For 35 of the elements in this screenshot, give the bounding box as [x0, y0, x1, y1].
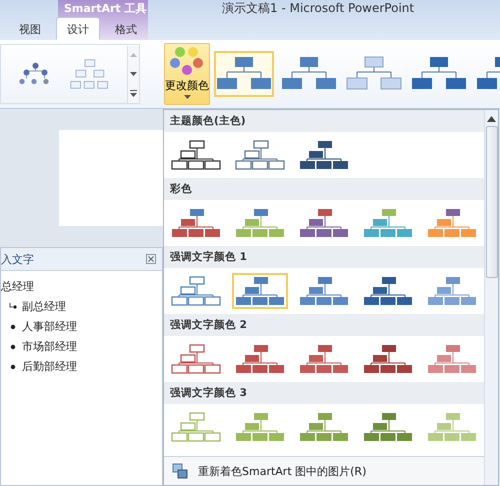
- assistant-bullet-icon: [9, 303, 17, 311]
- close-icon[interactable]: [146, 254, 156, 264]
- text-pane-item[interactable]: 总经理: [1, 277, 162, 297]
- recolor-pictures-menu-item[interactable]: 重新着色SmartArt 图中的图片(R): [164, 456, 484, 485]
- light-org-chart-icon: [346, 56, 402, 92]
- text-pane-item[interactable]: 后勤部经理: [22, 357, 77, 377]
- scrollbar[interactable]: [484, 110, 498, 485]
- smartart-style-option[interactable]: [214, 51, 274, 97]
- change-colors-button[interactable]: 更改颜色: [164, 43, 210, 105]
- text-pane-item[interactable]: 市场部经理: [22, 337, 77, 357]
- recolor-picture-icon: [172, 463, 188, 479]
- text-pane-item[interactable]: 副总经理: [22, 297, 66, 317]
- section-heading: 主题颜色(主色): [164, 110, 484, 132]
- scroll-up-icon[interactable]: [487, 116, 496, 122]
- caret-icon: [184, 95, 190, 99]
- ribbon-tab[interactable]: 设计: [56, 17, 100, 40]
- text-pane-item[interactable]: 人事部经理: [22, 317, 77, 337]
- org-chart-icon: [281, 56, 337, 92]
- color-option[interactable]: [232, 273, 288, 309]
- more-icon[interactable]: [127, 84, 139, 102]
- section-heading: 强调文字颜色 1: [164, 246, 484, 268]
- bullet-icon: [9, 323, 17, 331]
- org-chart-icon: [411, 56, 467, 92]
- section-heading: 强调文字颜色 2: [164, 314, 484, 336]
- ribbon-tab[interactable]: 视图: [8, 17, 52, 40]
- scrollbar-thumb[interactable]: [486, 126, 498, 278]
- window-title: 演示文稿1 - Microsoft PowerPoint: [222, 0, 414, 17]
- section-heading: 彩色: [164, 178, 484, 200]
- org-chart-icon: [216, 56, 272, 92]
- contextual-tab-group-label: SmartArt 工具: [63, 1, 148, 16]
- text-pane-title: 入文字: [1, 252, 34, 266]
- ribbon-tab[interactable]: 格式: [104, 17, 148, 40]
- section-heading: 强调文字颜色 3: [164, 382, 484, 404]
- bullet-icon: [9, 363, 17, 371]
- bullet-icon: [9, 343, 17, 351]
